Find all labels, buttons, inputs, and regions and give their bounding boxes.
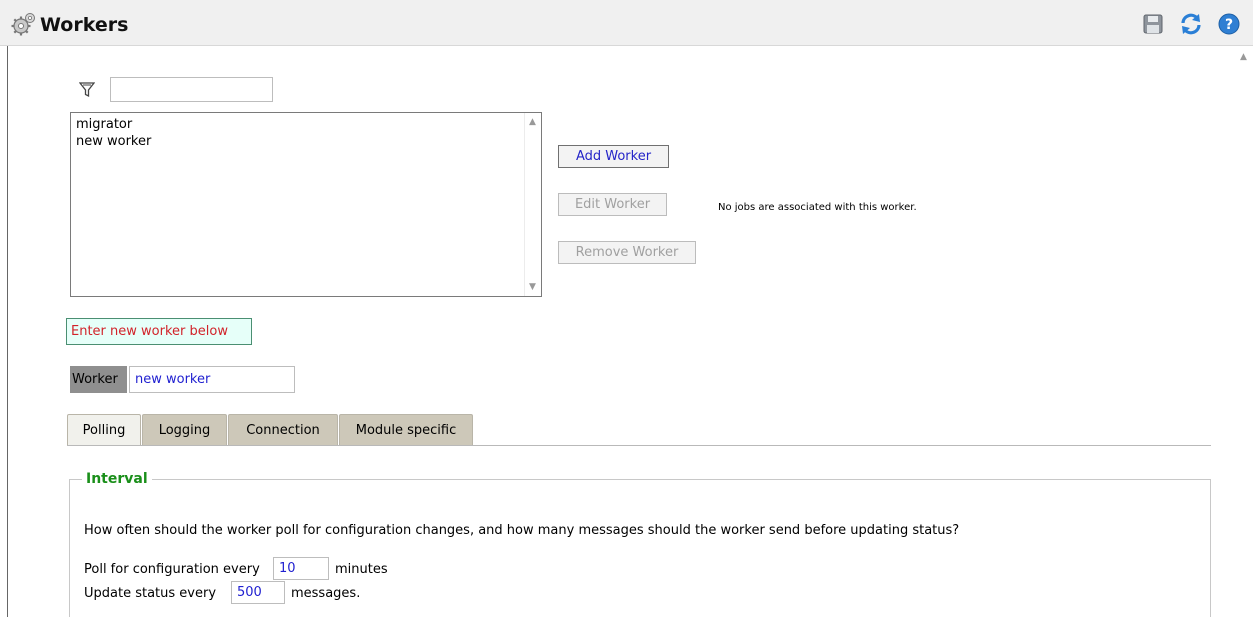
interval-legend: Interval [82, 471, 152, 487]
worker-name-input[interactable] [129, 366, 295, 393]
poll-label: Poll for configuration every [84, 562, 260, 577]
list-item[interactable]: migrator [76, 117, 132, 132]
scroll-down-arrow-icon[interactable]: ▼ [529, 282, 536, 292]
filter-input[interactable] [110, 77, 273, 102]
status-unit-label: messages. [291, 586, 361, 601]
refresh-icon[interactable] [1177, 10, 1205, 38]
poll-unit-label: minutes [335, 562, 388, 577]
help-icon[interactable]: ? [1217, 12, 1241, 36]
edit-worker-button[interactable]: Edit Worker [558, 193, 667, 216]
gears-icon [11, 13, 35, 36]
workers-listbox[interactable]: migrator new worker ▲ ▼ [70, 112, 542, 297]
status-messages-input[interactable] [231, 581, 285, 604]
svg-text:?: ? [1225, 17, 1233, 33]
page-scrollbar[interactable]: ▲ [1236, 46, 1253, 617]
list-item[interactable]: new worker [76, 134, 151, 149]
page-title: Workers [40, 14, 129, 36]
poll-minutes-input[interactable] [273, 557, 329, 580]
title-bar: Workers ? [0, 0, 1253, 46]
scroll-up-arrow-icon[interactable]: ▲ [529, 117, 536, 127]
new-worker-hint: Enter new worker below [66, 318, 252, 345]
tab-connection[interactable]: Connection [228, 414, 338, 446]
tab-divider [67, 445, 1211, 446]
listbox-scrollbar[interactable]: ▲ ▼ [524, 113, 541, 296]
tab-polling[interactable]: Polling [67, 414, 141, 446]
tab-module-specific[interactable]: Module specific [339, 414, 473, 446]
interval-question: How often should the worker poll for con… [84, 523, 960, 538]
remove-worker-button[interactable]: Remove Worker [558, 241, 696, 264]
add-worker-button[interactable]: Add Worker [558, 145, 669, 168]
frame-border [7, 46, 8, 617]
scroll-up-arrow-icon[interactable]: ▲ [1240, 52, 1247, 62]
worker-label: Worker [70, 366, 127, 393]
filter-icon [79, 82, 95, 98]
status-label: Update status every [84, 586, 217, 601]
status-note: No jobs are associated with this worker. [718, 202, 917, 213]
save-icon[interactable] [1141, 12, 1165, 36]
tab-logging[interactable]: Logging [142, 414, 227, 446]
